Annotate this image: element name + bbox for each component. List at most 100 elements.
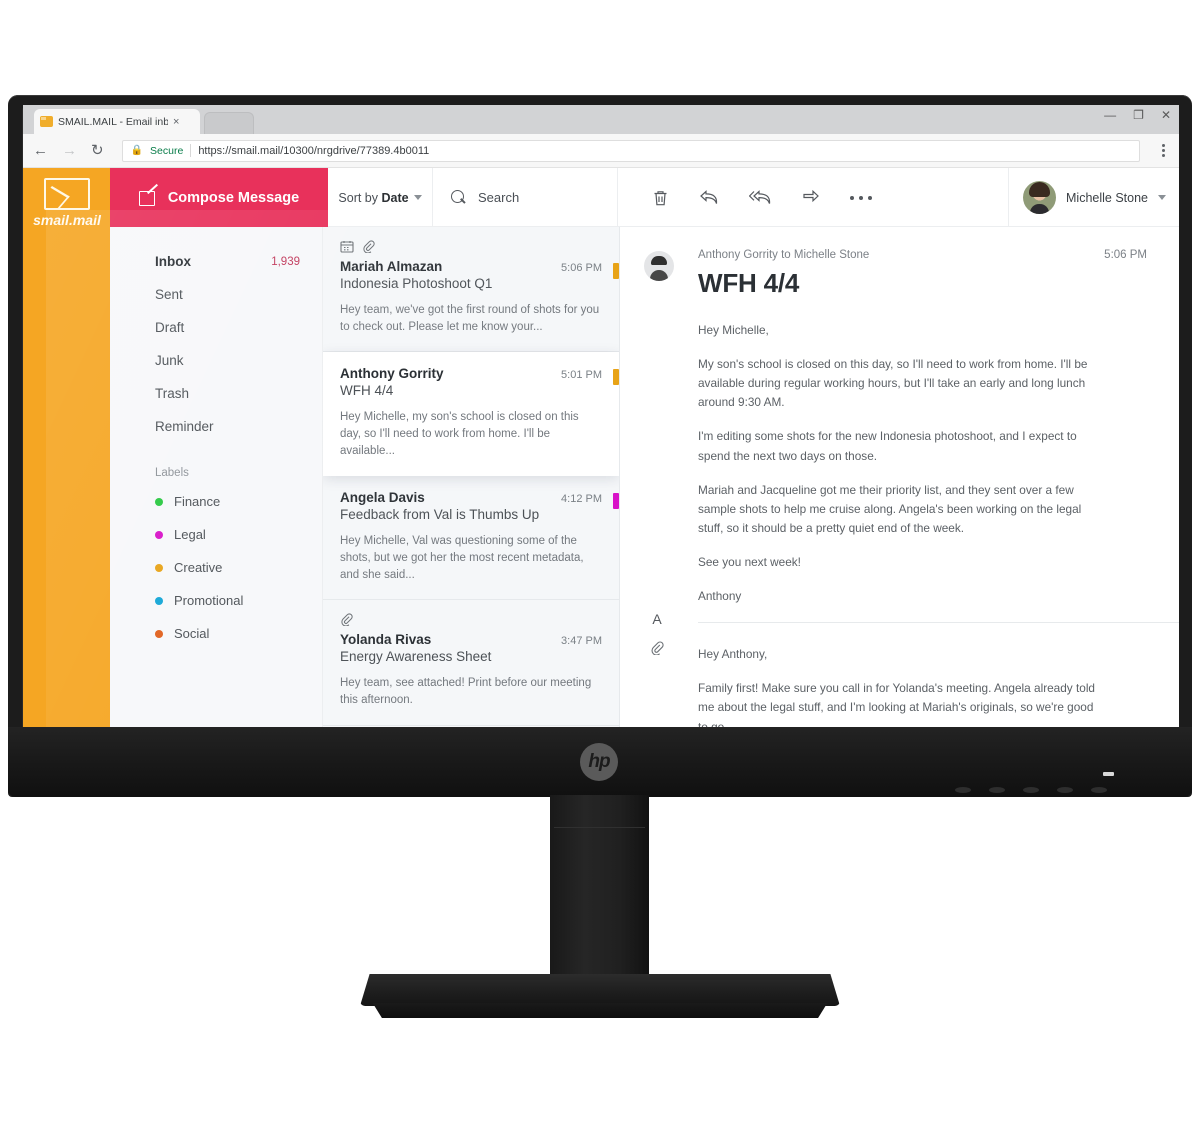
sidebar-item-draft[interactable]: Draft (155, 311, 322, 344)
monitor-button[interactable] (1057, 787, 1073, 793)
browser-tab-bar: SMAIL.MAIL - Email inbox × — ❐ ✕ (23, 105, 1179, 134)
calendar-icon (340, 240, 354, 258)
email-list-item[interactable]: Angela Davis 4:12 PM Feedback from Val is … (323, 476, 619, 601)
search-input[interactable]: Search (433, 168, 618, 227)
monitor-power-button[interactable] (1091, 787, 1107, 793)
email-list-item[interactable]: Mariah Almazan 5:06 PM Indonesia Photoshoo… (323, 227, 619, 353)
sidebar-item-trash[interactable]: Trash (155, 377, 322, 410)
label-item-legal[interactable]: Legal (155, 518, 322, 551)
label-name: Finance (174, 494, 221, 509)
email-time: 5:06 PM (561, 262, 602, 274)
close-tab-icon[interactable]: × (173, 116, 179, 128)
avatar (1023, 181, 1056, 214)
minimize-button[interactable]: — (1104, 109, 1116, 121)
label-color-dot (155, 629, 163, 638)
monitor-buttons (955, 787, 1107, 793)
paperclip-icon (362, 240, 375, 258)
brand-block: smail.mail (23, 168, 110, 730)
sort-by-dropdown[interactable]: Sort by Date (328, 168, 433, 227)
browser-menu-icon[interactable] (1158, 144, 1169, 157)
email-list[interactable]: Mariah Almazan 5:06 PM Indonesia Photoshoo… (323, 227, 620, 730)
forward-button[interactable] (802, 189, 820, 206)
browser-toolbar: ← → ↻ 🔒 Secure https://smail.mail/10300/… (23, 134, 1179, 168)
label-item-social[interactable]: Social (155, 617, 322, 650)
email-sender: Angela Davis (340, 490, 425, 506)
compose-label: Compose Message (167, 189, 300, 206)
email-label-marker (613, 493, 619, 510)
browser-tab[interactable]: SMAIL.MAIL - Email inbox × (34, 109, 200, 134)
address-bar[interactable]: 🔒 Secure https://smail.mail/10300/nrgdri… (121, 139, 1140, 162)
sort-by-label: Sort by Date (338, 190, 409, 205)
search-placeholder: Search (478, 190, 520, 205)
close-window-button[interactable]: ✕ (1161, 109, 1171, 121)
chevron-down-icon (1158, 195, 1166, 200)
label-item-finance[interactable]: Finance (155, 485, 322, 518)
more-horizontal-icon[interactable] (850, 195, 872, 200)
sender-avatar (644, 251, 674, 281)
label-color-dot (155, 530, 163, 539)
sidebar-item-inbox[interactable]: Inbox 1,939 (155, 245, 322, 278)
label-color-dot (155, 563, 163, 572)
envelope-logo-icon (44, 178, 90, 210)
email-item-header: Yolanda Rivas 3:47 PM (340, 632, 602, 647)
message-paragraph: See you next week! (698, 554, 801, 569)
email-item-header: Angela Davis 4:12 PM (340, 490, 602, 505)
label-color-dot (155, 497, 163, 506)
reply-button[interactable] (699, 189, 719, 206)
reply-body[interactable]: Hey Anthony, Family first! Make sure you … (698, 645, 1147, 730)
email-snippet: Hey Michelle, Val was questioning some o… (340, 535, 584, 581)
forward-icon[interactable]: → (62, 143, 77, 158)
screenshot-root: SMAIL.MAIL - Email inbox × — ❐ ✕ ← → ↻ 🔒… (0, 0, 1200, 1122)
sort-by-value: Date (381, 190, 409, 205)
compose-message-button[interactable]: Compose Message (110, 168, 328, 227)
sidebar-item-reminder[interactable]: Reminder (155, 410, 322, 443)
monitor-button[interactable] (955, 787, 971, 793)
email-label-marker (613, 263, 619, 279)
message-participants: Anthony Gorrity to Michelle Stone (698, 249, 870, 261)
back-icon[interactable]: ← (33, 143, 48, 158)
email-time: 4:12 PM (561, 493, 602, 506)
label-item-creative[interactable]: Creative (155, 551, 322, 584)
font-format-icon[interactable]: A (652, 611, 661, 627)
label-name: Creative (174, 560, 223, 575)
monitor-button[interactable] (989, 787, 1005, 793)
monitor-stand-neck (550, 795, 649, 985)
message-time: 5:06 PM (1104, 249, 1147, 261)
delete-button[interactable] (652, 189, 669, 207)
email-label-marker (613, 369, 619, 386)
message-paragraph: My son's school is closed on this day, s… (698, 357, 1088, 410)
new-tab-area[interactable] (204, 112, 254, 134)
reply-toolbar: A (650, 611, 664, 660)
email-subject: WFH 4/4 (340, 383, 394, 399)
email-sender: Anthony Gorrity (340, 366, 444, 382)
paperclip-icon[interactable] (650, 641, 664, 660)
mail-app: smail.mail Compose Message Sort by Date … (23, 168, 1179, 730)
maximize-restore-button[interactable]: ❐ (1133, 109, 1144, 121)
monitor-button[interactable] (1023, 787, 1039, 793)
email-item-header: Mariah Almazan 5:06 PM (340, 259, 602, 274)
message-paragraph: I'm editing some shots for the new Indon… (698, 429, 1077, 463)
message-paragraph: Hey Anthony, (698, 647, 768, 662)
sidebar-item-label: Inbox (155, 254, 191, 269)
email-time: 5:01 PM (561, 369, 602, 382)
unread-count-badge: 1,939 (271, 255, 300, 268)
sidebar-item-label: Sent (155, 287, 183, 302)
email-list-item[interactable]: Anthony Gorrity 5:01 PM WFH 4/4 Hey Michell… (323, 352, 619, 477)
email-list-item[interactable]: Yolanda Rivas 3:47 PM Energy Awareness She… (323, 600, 619, 726)
email-snippet: Hey team, we've got the first round of s… (340, 304, 600, 333)
message-paragraph: Anthony (698, 589, 742, 604)
email-item-icons (340, 240, 602, 258)
lock-icon: 🔒 (130, 145, 144, 156)
email-snippet: Hey team, see attached! Print before our… (340, 677, 592, 707)
sidebar-item-sent[interactable]: Sent (155, 278, 322, 311)
label-color-dot (155, 596, 163, 605)
reload-icon[interactable]: ↻ (91, 143, 104, 158)
email-sender: Yolanda Rivas (340, 632, 432, 648)
email-subject: Indonesia Photoshoot Q1 (340, 276, 493, 291)
message-subject: WFH 4/4 (698, 268, 800, 298)
reply-all-button[interactable] (749, 189, 772, 206)
favicon-icon (40, 116, 53, 127)
sidebar-item-junk[interactable]: Junk (155, 344, 322, 377)
user-menu[interactable]: Michelle Stone (1008, 168, 1179, 227)
label-item-promotional[interactable]: Promotional (155, 584, 322, 617)
